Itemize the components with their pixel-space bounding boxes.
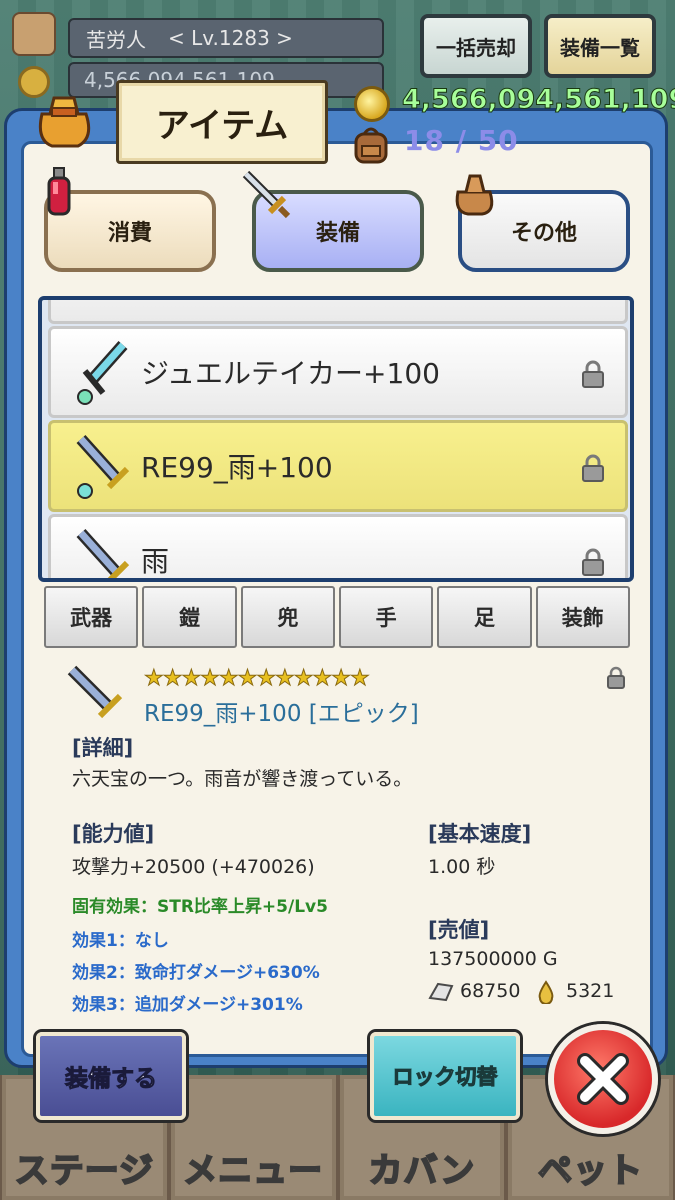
lock-toggle-button[interactable]: ロック切替 bbox=[370, 1032, 520, 1120]
item-description: 六天宝の一つ。雨音が響き渡っている。 bbox=[72, 768, 413, 790]
item-bag-icon bbox=[38, 96, 91, 148]
tab-consumable-label: 消費 bbox=[107, 221, 152, 246]
detail-label: [詳細] bbox=[72, 736, 134, 760]
player-level: < Lv.1283 > bbox=[168, 26, 293, 50]
jewel-sword-icon bbox=[77, 341, 128, 405]
drop-icon bbox=[538, 980, 554, 1004]
close-button[interactable] bbox=[548, 1024, 658, 1134]
list-item-re99-ame[interactable]: RE99_雨+100 bbox=[48, 420, 628, 512]
equip-button[interactable]: 装備する bbox=[36, 1032, 186, 1120]
item-name: 雨 bbox=[141, 545, 170, 578]
stats-label: [能力値] bbox=[72, 822, 155, 846]
fixed-effect: 固有効果：STR比率上昇+5/Lv5 bbox=[72, 897, 328, 917]
lock-icon[interactable] bbox=[581, 547, 605, 577]
sword-icon bbox=[242, 170, 291, 219]
attack-stat: 攻撃力+20500 (+470026) bbox=[72, 856, 315, 878]
close-icon bbox=[577, 1053, 629, 1105]
lock-icon[interactable] bbox=[581, 359, 605, 389]
tab-other-label: その他 bbox=[510, 221, 577, 246]
price-label: [売値] bbox=[428, 918, 490, 942]
rarity-stars: ★★★★★★★★★★★★ bbox=[144, 666, 371, 692]
tab-feet[interactable]: 足 bbox=[437, 586, 532, 648]
equipment-slot-tabs: 武器 鎧 兜 手 足 装飾 bbox=[44, 586, 630, 648]
gold-coin-icon bbox=[354, 86, 390, 122]
nav-stage-label: ステージ bbox=[14, 1150, 155, 1192]
rain-sword-icon bbox=[76, 434, 130, 499]
tab-accessory[interactable]: 装飾 bbox=[535, 586, 630, 648]
potion-icon bbox=[47, 167, 71, 216]
effect-1: 効果1：なし bbox=[72, 931, 169, 951]
price-value: 137500000 G bbox=[428, 948, 558, 970]
nav-pet-label: ペット bbox=[537, 1150, 644, 1192]
drop-value: 5321 bbox=[566, 980, 615, 1002]
tab-armor[interactable]: 鎧 bbox=[142, 586, 237, 648]
list-item-partial bbox=[48, 300, 628, 324]
nav-bag-label: カバン bbox=[368, 1150, 476, 1192]
equip-list-button[interactable]: 装備一覧 bbox=[544, 14, 656, 78]
lock-icon[interactable] bbox=[581, 453, 605, 483]
tab-helmet[interactable]: 兜 bbox=[240, 586, 335, 648]
pouch-icon bbox=[455, 174, 494, 216]
ore-icon bbox=[428, 982, 454, 1002]
player-avatar bbox=[12, 12, 56, 56]
nav-menu-button[interactable]: メニュー bbox=[170, 1075, 336, 1200]
list-item-ame[interactable]: 雨 bbox=[48, 514, 628, 578]
detail-item-name: RE99_雨+100 [エピック] bbox=[144, 701, 419, 727]
backpack-icon bbox=[354, 127, 388, 164]
ore-value: 68750 bbox=[460, 980, 521, 1002]
detail-sword-icon bbox=[67, 665, 123, 719]
sell-all-button[interactable]: 一括売却 bbox=[420, 14, 532, 78]
gold-amount: 4,566,094,561,109 bbox=[401, 84, 675, 116]
item-name: ジュエルテイカー+100 bbox=[141, 357, 440, 390]
effect-2: 効果2：致命打ダメージ+630% bbox=[72, 963, 320, 983]
player-info: 苦労人 < Lv.1283 > bbox=[68, 18, 384, 58]
item-list[interactable]: ジュエルテイカー+100 RE99_雨+100 雨 bbox=[38, 296, 634, 582]
bag-capacity: 18 / 50 bbox=[404, 124, 519, 157]
speed-label: [基本速度] bbox=[428, 822, 532, 846]
effect-3: 効果3：追加ダメージ+301% bbox=[72, 995, 303, 1015]
tab-hands[interactable]: 手 bbox=[338, 586, 434, 648]
tab-weapon[interactable]: 武器 bbox=[44, 586, 139, 648]
tab-equipment-label: 装備 bbox=[315, 221, 360, 246]
nav-menu-label: メニュー bbox=[182, 1150, 324, 1192]
window-title: アイテム bbox=[116, 80, 328, 164]
player-name: 苦労人 bbox=[86, 27, 146, 52]
detail-lock-icon bbox=[607, 666, 625, 689]
item-name: RE99_雨+100 bbox=[141, 451, 333, 484]
speed-value: 1.00 秒 bbox=[428, 856, 496, 878]
list-item-jewel-taker[interactable]: ジュエルテイカー+100 bbox=[48, 326, 628, 418]
rain-sword-icon bbox=[76, 528, 130, 578]
